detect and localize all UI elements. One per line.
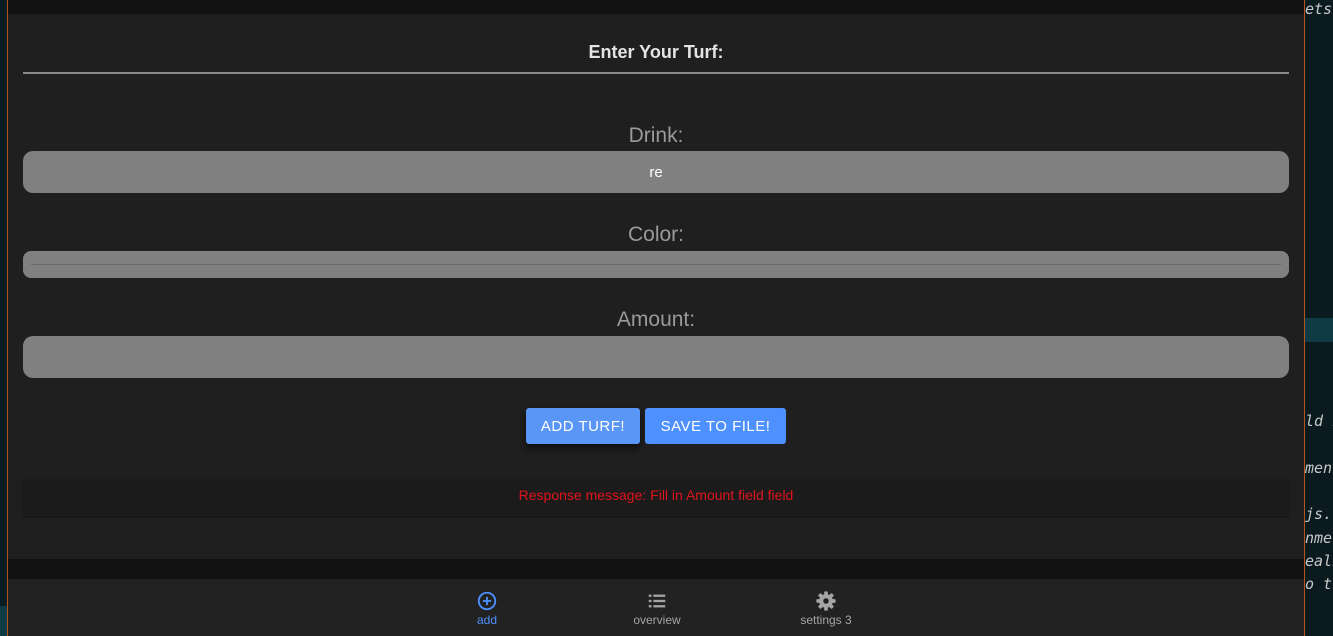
editor-fragment: ets xyxy=(1305,0,1333,18)
editor-fragment: nmer xyxy=(1305,529,1333,547)
background-editor: ets ld n ment js. nmer eali o th xyxy=(1305,0,1333,636)
nav-item-overview[interactable]: overview xyxy=(597,579,717,636)
gear-icon xyxy=(816,591,836,611)
amount-input[interactable] xyxy=(23,336,1289,378)
editor-fragment: eali xyxy=(1305,552,1333,570)
bottom-navigation: add overview settings 3 xyxy=(8,579,1304,636)
list-icon xyxy=(648,594,666,608)
nav-label-add: add xyxy=(476,613,498,627)
add-turf-button[interactable]: Add turf! xyxy=(526,408,640,444)
editor-fragment: js. xyxy=(1305,505,1333,523)
save-to-file-button[interactable]: Save to file! xyxy=(645,408,786,444)
app-window: Enter Your Turf: Drink: Color: Amount: A… xyxy=(7,0,1305,636)
drink-label: Drink: xyxy=(628,124,684,147)
editor-fragment: ment xyxy=(1305,459,1333,477)
color-label: Color: xyxy=(627,223,685,246)
editor-fragment: ld n xyxy=(1305,412,1333,430)
title-divider xyxy=(23,72,1289,74)
background-left-edge xyxy=(0,0,7,636)
background-highlight xyxy=(0,606,7,636)
nav-label-overview: overview xyxy=(633,613,681,627)
color-swatch xyxy=(31,264,1281,265)
add-circle-icon xyxy=(477,591,497,611)
color-picker[interactable] xyxy=(23,251,1289,278)
nav-item-add[interactable]: add xyxy=(427,579,547,636)
editor-fragment: o th xyxy=(1305,575,1333,593)
amount-label: Amount: xyxy=(616,308,696,331)
nav-label-settings: settings 3 xyxy=(800,613,852,627)
editor-line-highlight xyxy=(1305,318,1333,342)
nav-item-settings[interactable]: settings 3 xyxy=(766,579,886,636)
form-title: Enter Your Turf: xyxy=(588,42,724,62)
drink-input[interactable] xyxy=(23,151,1289,193)
turf-form-card: Enter Your Turf: Drink: Color: Amount: A… xyxy=(8,14,1304,559)
response-message: Response message: Fill in Amount field f… xyxy=(23,479,1289,516)
